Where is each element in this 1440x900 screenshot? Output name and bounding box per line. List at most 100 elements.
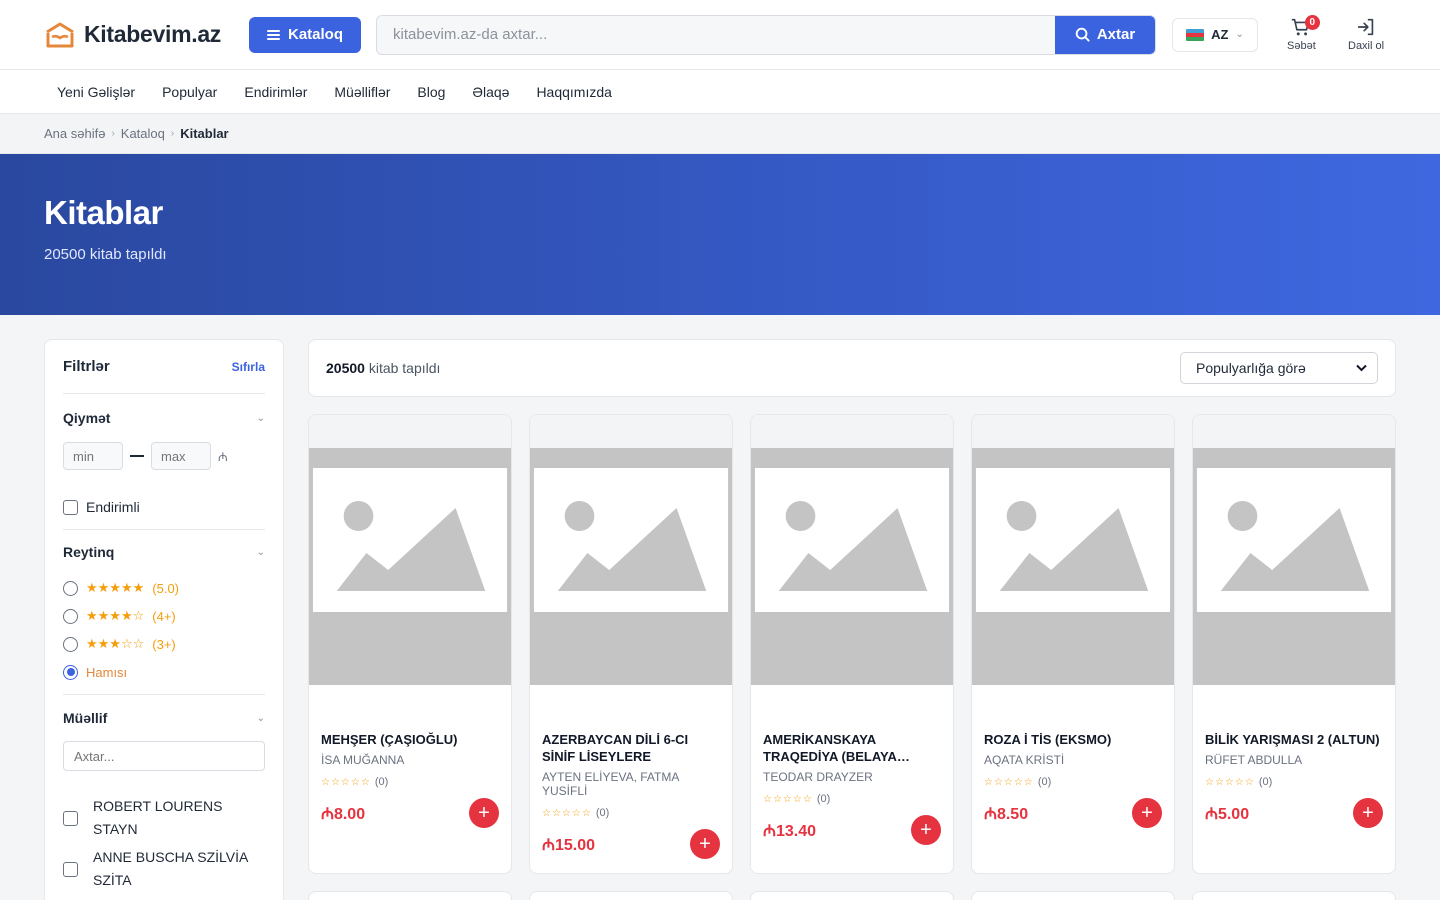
review-count: (0) — [1037, 776, 1052, 788]
product-image[interactable] — [1193, 415, 1395, 685]
product-rating: ☆☆☆☆☆ (0) — [763, 793, 941, 805]
product-card[interactable]: MEHŞER (ÇAŞIOĞLU) İSA MUĞANNA ☆☆☆☆☆ (0) ₼… — [308, 414, 512, 874]
hero-banner: Kitablar 20500 kitab tapıldı — [0, 154, 1440, 315]
chevron-right-icon: › — [170, 128, 175, 139]
product-title[interactable]: AMERİKANSKAYA TRAQEDİYA (BELAYA… — [763, 731, 941, 765]
rating-radio[interactable] — [63, 608, 78, 624]
product-author[interactable]: AYTEN ELİYEVA, FATMA YUSİFLİ — [542, 770, 720, 798]
product-card[interactable] — [750, 891, 954, 900]
search-bar: Axtar — [376, 14, 1156, 55]
product-title[interactable]: AZERBAYCAN DİLİ 6-CI SİNİF LİSEYLERE HAZ… — [542, 731, 720, 765]
product-rating: ☆☆☆☆☆ (0) — [1205, 776, 1383, 788]
rating-option-3[interactable]: ★★★☆☆ (3+) — [63, 630, 265, 658]
rating-filter: Reytinq ⌄ ★★★★★ (5.0) ★★★★☆ (4+) ★★★☆☆ (… — [63, 530, 265, 695]
chevron-down-icon: ⌄ — [256, 412, 265, 424]
product-image[interactable] — [309, 415, 511, 685]
add-to-cart-button[interactable]: + — [1353, 798, 1383, 828]
rating-filter-toggle[interactable]: Reytinq ⌄ — [63, 530, 265, 574]
currency-symbol: ₼ — [218, 449, 228, 464]
chevron-right-icon: › — [111, 128, 115, 139]
product-image[interactable] — [530, 415, 732, 685]
add-to-cart-button[interactable]: + — [911, 815, 941, 845]
product-rating: ☆☆☆☆☆ (0) — [321, 776, 499, 788]
nav-contact[interactable]: Əlaqə — [472, 84, 509, 100]
nav-popular[interactable]: Populyar — [162, 84, 217, 100]
product-card[interactable] — [1192, 891, 1396, 900]
product-title[interactable]: ROZA İ TİS (EKSMO) — [984, 731, 1162, 748]
discounted-label: Endirimli — [86, 499, 140, 515]
product-card[interactable] — [971, 891, 1175, 900]
reset-filters-link[interactable]: Sıfırla — [232, 360, 265, 374]
star-rating-icon: ★★★★★ — [86, 580, 145, 595]
logo[interactable]: Kitabevim.az — [44, 21, 249, 49]
price-filter: Qiymət ⌄ ₼ Endirimli — [63, 394, 265, 530]
product-card[interactable]: BİLİK YARIŞMASI 2 (ALTUN) RÜFET ABDULLA … — [1192, 414, 1396, 874]
price-min-input[interactable] — [63, 442, 123, 470]
author-filter-toggle[interactable]: Müəllif ⌄ — [63, 695, 265, 741]
add-to-cart-button[interactable]: + — [690, 829, 720, 859]
sort-select[interactable]: Populyarlığa görə — [1180, 352, 1378, 384]
cart-button[interactable]: 0 Səbət — [1287, 15, 1320, 52]
search-button[interactable]: Axtar — [1055, 15, 1155, 54]
add-to-cart-button[interactable]: + — [469, 798, 499, 828]
nav-authors[interactable]: Müəlliflər — [334, 84, 390, 100]
author-checkbox[interactable] — [63, 861, 78, 877]
author-option[interactable]: ROBERT LOURENS STAYN — [63, 795, 265, 841]
discounted-checkbox[interactable] — [63, 499, 78, 515]
product-card[interactable] — [308, 891, 512, 900]
catalog-button[interactable]: Kataloq — [249, 16, 361, 53]
nav-new-arrivals[interactable]: Yeni Gəlişlər — [57, 84, 135, 100]
chevron-down-icon: ⌄ — [256, 546, 265, 558]
price-max-input[interactable] — [151, 442, 211, 470]
results-count: 20500 kitab tapıldı — [326, 360, 440, 376]
review-count: (0) — [374, 776, 389, 788]
star-rating-icon: ☆☆☆☆☆ — [542, 808, 592, 819]
discounted-filter[interactable]: Endirimli — [63, 499, 265, 515]
star-rating-icon: ★★★☆☆ — [86, 636, 145, 651]
product-grid: MEHŞER (ÇAŞIOĞLU) İSA MUĞANNA ☆☆☆☆☆ (0) ₼… — [308, 414, 1396, 900]
product-card[interactable]: ROZA İ TİS (EKSMO) AQATA KRİSTİ ☆☆☆☆☆ (0)… — [971, 414, 1175, 874]
logo-text: Kitabevim.az — [84, 21, 222, 47]
image-placeholder-icon — [309, 448, 511, 685]
author-search-input[interactable] — [63, 741, 265, 771]
image-placeholder-icon — [530, 448, 732, 685]
price-filter-toggle[interactable]: Qiymət ⌄ — [63, 394, 265, 442]
search-input[interactable] — [377, 15, 1055, 54]
image-placeholder-icon — [751, 448, 953, 685]
product-card[interactable]: AMERİKANSKAYA TRAQEDİYA (BELAYA… TEODAR … — [750, 414, 954, 874]
nav-blog[interactable]: Blog — [417, 84, 445, 100]
product-image[interactable] — [972, 415, 1174, 685]
add-to-cart-button[interactable]: + — [1132, 798, 1162, 828]
product-title[interactable]: MEHŞER (ÇAŞIOĞLU) — [321, 731, 499, 748]
catalog-label: Kataloq — [287, 26, 343, 43]
nav-about[interactable]: Haqqımızda — [536, 84, 611, 100]
rating-radio-selected[interactable] — [63, 664, 78, 680]
author-checkbox[interactable] — [63, 810, 78, 826]
product-author[interactable]: RÜFET ABDULLA — [1205, 753, 1383, 767]
product-author[interactable]: İSA MUĞANNA — [321, 753, 499, 767]
nav-discounts[interactable]: Endirimlər — [244, 84, 307, 100]
product-card[interactable] — [529, 891, 733, 900]
rating-option-4[interactable]: ★★★★☆ (4+) — [63, 602, 265, 630]
rating-radio[interactable] — [63, 636, 78, 652]
image-placeholder-icon — [1193, 448, 1395, 685]
product-card[interactable]: AZERBAYCAN DİLİ 6-CI SİNİF LİSEYLERE HAZ… — [529, 414, 733, 874]
rating-option-5[interactable]: ★★★★★ (5.0) — [63, 574, 265, 602]
author-option-label: ROBERT LOURENS STAYN — [93, 798, 223, 837]
filter-title: Filtrlər — [63, 358, 110, 375]
language-selector[interactable]: AZ ⌄ — [1172, 17, 1258, 52]
login-button[interactable]: Daxil ol — [1348, 16, 1384, 52]
product-author[interactable]: TEODAR DRAYZER — [763, 770, 941, 784]
product-image[interactable] — [751, 415, 953, 685]
rating-radio[interactable] — [63, 580, 78, 596]
product-rating: ☆☆☆☆☆ (0) — [542, 807, 720, 819]
rating-option-label: (4+) — [152, 608, 176, 624]
rating-option-all[interactable]: Hamısı — [63, 658, 265, 686]
author-option[interactable]: ANNE BUSCHA SZİLVİA SZİTA — [63, 846, 265, 892]
breadcrumb-catalog[interactable]: Kataloq — [121, 126, 165, 141]
review-count: (0) — [595, 807, 610, 819]
product-author[interactable]: AQATA KRİSTİ — [984, 753, 1162, 767]
product-rating: ☆☆☆☆☆ (0) — [984, 776, 1162, 788]
breadcrumb-home[interactable]: Ana səhifə — [44, 126, 105, 141]
product-title[interactable]: BİLİK YARIŞMASI 2 (ALTUN) — [1205, 731, 1383, 748]
